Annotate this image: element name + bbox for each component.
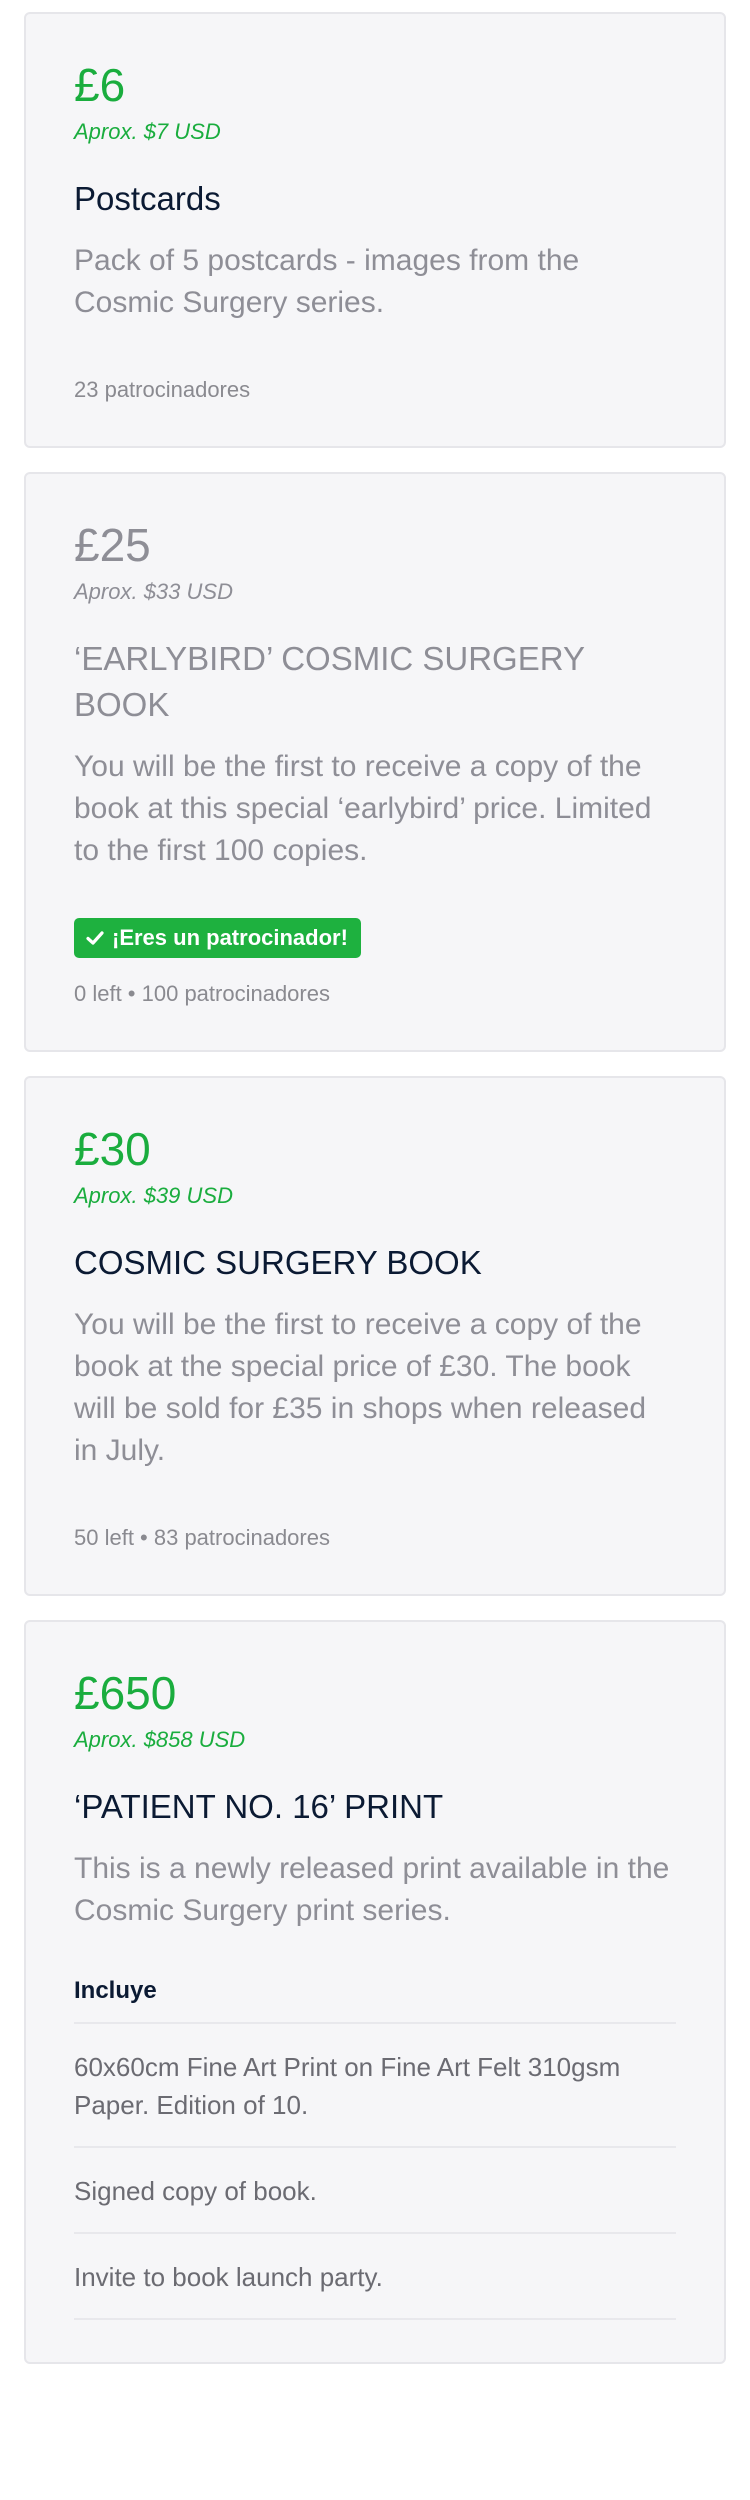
- reward-title: COSMIC SURGERY BOOK: [74, 1244, 482, 1281]
- reward-card-cosmic-surgery-book[interactable]: £30 Aprox. $39 USD COSMIC SURGERY BOOK Y…: [24, 1076, 726, 1596]
- rewards-list: £6 Aprox. $7 USD Postcards Pack of 5 pos…: [0, 0, 750, 2364]
- reward-card-earlybird-book: £25 Aprox. $33 USD ‘EARLYBIRD’ COSMIC SU…: [24, 472, 726, 1052]
- includes-item: Signed copy of book.: [74, 2146, 676, 2232]
- includes-list: 60x60cm Fine Art Print on Fine Art Felt …: [74, 2022, 676, 2320]
- reward-backers-count: 23 patrocinadores: [74, 377, 251, 402]
- reward-price: £25: [74, 519, 151, 571]
- reward-approx-usd: Aprox. $33 USD: [74, 579, 233, 604]
- backer-status-label: ¡Eres un patrocinador!: [112, 925, 348, 950]
- reward-description: Pack of 5 postcards - images from the Co…: [74, 244, 580, 319]
- reward-availability: 50 left • 83 patrocinadores: [74, 1525, 330, 1550]
- reward-description: You will be the first to receive a copy …: [74, 750, 652, 867]
- reward-price: £6: [74, 59, 126, 111]
- reward-title: ‘PATIENT NO. 16’ PRINT: [74, 1788, 444, 1825]
- check-icon: [85, 928, 105, 948]
- reward-availability: 0 left • 100 patrocinadores: [74, 981, 330, 1006]
- reward-approx-usd: Aprox. $7 USD: [74, 119, 221, 144]
- reward-card-patient-16-print[interactable]: £650 Aprox. $858 USD ‘PATIENT NO. 16’ PR…: [24, 1620, 726, 2364]
- reward-title: Postcards: [74, 180, 221, 217]
- reward-approx-usd: Aprox. $39 USD: [74, 1183, 233, 1208]
- reward-title: ‘EARLYBIRD’ COSMIC SURGERY BOOK: [74, 640, 585, 723]
- includes-item: 60x60cm Fine Art Print on Fine Art Felt …: [74, 2022, 676, 2146]
- reward-description: You will be the first to receive a copy …: [74, 1308, 647, 1467]
- includes-heading: Incluye: [74, 1977, 157, 2004]
- backer-status-badge: ¡Eres un patrocinador!: [74, 918, 361, 958]
- reward-card-postcards[interactable]: £6 Aprox. $7 USD Postcards Pack of 5 pos…: [24, 12, 726, 448]
- reward-price: £650: [74, 1667, 177, 1719]
- reward-description: This is a newly released print available…: [74, 1852, 670, 1927]
- includes-item: Invite to book launch party.: [74, 2232, 676, 2320]
- reward-price: £30: [74, 1123, 151, 1175]
- reward-approx-usd: Aprox. $858 USD: [74, 1727, 246, 1752]
